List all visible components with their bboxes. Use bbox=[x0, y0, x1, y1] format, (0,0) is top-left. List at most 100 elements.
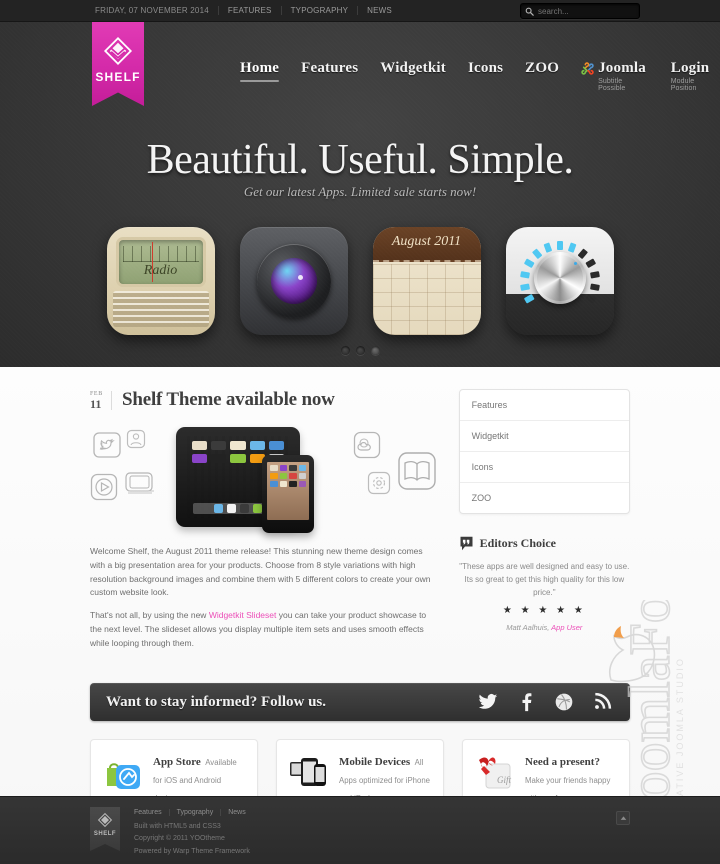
phone-screen bbox=[267, 462, 309, 520]
radio-speaker-grille bbox=[112, 291, 209, 327]
tablet-and-phone-illustration bbox=[90, 425, 437, 533]
knob-tick bbox=[584, 293, 596, 304]
knob-tick bbox=[589, 271, 600, 279]
top-bar: FRIDAY, 07 NOVEMBER 2014 FEATURES TYPOGR… bbox=[0, 0, 720, 22]
post-date-month: FEB bbox=[90, 390, 103, 397]
toplink-typography[interactable]: TYPOGRAPHY bbox=[280, 6, 358, 15]
post-para2-before: That's not all, by using the new bbox=[90, 610, 209, 621]
sidebar-item-features[interactable]: Features bbox=[459, 390, 629, 421]
slider-dot-3[interactable] bbox=[370, 346, 380, 355]
twitter-icon[interactable] bbox=[478, 692, 498, 712]
editors-choice-module: Editors Choice "These apps are well desi… bbox=[459, 536, 630, 632]
editors-choice-title: Editors Choice bbox=[479, 536, 556, 550]
footer-links: Features Typography News bbox=[134, 809, 253, 816]
nav-label-login: Login bbox=[670, 60, 710, 76]
phone-device bbox=[262, 455, 314, 533]
knob-position-dot bbox=[573, 261, 577, 265]
toplink-news[interactable]: NEWS bbox=[357, 6, 401, 15]
editors-choice-quote: "These apps are well designed and easy t… bbox=[459, 562, 630, 597]
nav-item-joomla[interactable]: Joomla Subtitle Possible bbox=[581, 60, 649, 92]
follow-us-bar: Want to stay informed? Follow us. bbox=[90, 683, 630, 722]
page-root: FRIDAY, 07 NOVEMBER 2014 FEATURES TYPOGR… bbox=[0, 0, 720, 864]
sidebar-item-widgetkit[interactable]: Widgetkit bbox=[459, 421, 629, 452]
nav-item-widgetkit[interactable]: Widgetkit bbox=[380, 60, 446, 77]
hero-subtitle: Get our latest Apps. Limited sale starts… bbox=[243, 184, 477, 199]
site-footer: SHELF Features Typography News Built wit… bbox=[0, 796, 720, 864]
nav-item-features[interactable]: Features bbox=[301, 60, 358, 77]
social-icons bbox=[478, 692, 616, 712]
widgetkit-slideset-link[interactable]: Widgetkit Slideset bbox=[209, 610, 277, 620]
post-header: FEB 11 Shelf Theme available now bbox=[90, 389, 437, 411]
radio-label: Radio bbox=[143, 263, 178, 278]
sketch-weather-icon bbox=[353, 431, 381, 459]
follow-us-text: Want to stay informed? Follow us. bbox=[106, 693, 327, 710]
editors-choice-author: Matt Aalhuis, App User bbox=[459, 623, 630, 632]
footer-logo[interactable]: SHELF bbox=[90, 807, 120, 851]
knob-tick bbox=[584, 258, 596, 269]
sketch-settings-icon bbox=[367, 471, 391, 495]
footer-link-news[interactable]: News bbox=[220, 809, 253, 816]
post-title: Shelf Theme available now bbox=[122, 389, 335, 410]
knob-tick bbox=[556, 241, 563, 250]
search-icon bbox=[525, 7, 534, 16]
camera-lens-ring bbox=[256, 244, 331, 318]
sketch-books-icon bbox=[124, 469, 158, 495]
knob-tick bbox=[519, 283, 530, 291]
knob-tick bbox=[519, 271, 530, 279]
post-date-day: 11 bbox=[90, 396, 102, 411]
to-top-icon[interactable] bbox=[616, 811, 630, 825]
radio-app-icon[interactable]: Radio bbox=[106, 227, 215, 335]
knob-dial bbox=[533, 251, 586, 304]
rating-stars: ★ ★ ★ ★ ★ bbox=[502, 605, 586, 617]
knob-tick bbox=[577, 248, 588, 260]
knob-tick bbox=[567, 242, 576, 253]
nav-item-zoo[interactable]: ZOO bbox=[525, 60, 559, 77]
rss-icon[interactable] bbox=[592, 692, 612, 712]
calendar-app-icon[interactable]: August 2011 bbox=[372, 227, 481, 335]
knob-tick bbox=[543, 242, 552, 253]
sidebar-column: Features Widgetkit Icons ZOO Editors Cho… bbox=[458, 389, 630, 659]
footer-link-features[interactable]: Features bbox=[134, 809, 169, 816]
quote-icon bbox=[459, 536, 474, 551]
joomla-icon bbox=[581, 62, 594, 76]
post-paragraph-1: Welcome Shelf, the August 2011 theme rel… bbox=[90, 546, 431, 598]
article-column: FEB 11 Shelf Theme available now Welcome… bbox=[90, 389, 437, 659]
sidebar-menu: Features Widgetkit Icons ZOO bbox=[458, 389, 630, 514]
svg-text:Gift: Gift bbox=[497, 775, 512, 785]
phone-app-grid bbox=[270, 465, 306, 517]
slider-dot-2[interactable] bbox=[355, 346, 365, 355]
dribbble-icon[interactable] bbox=[554, 692, 574, 712]
author-name: Matt Aalhuis, bbox=[506, 623, 552, 633]
sidebar-item-icons[interactable]: Icons bbox=[459, 452, 629, 483]
camera-lens-glass bbox=[270, 258, 317, 304]
facebook-icon[interactable] bbox=[516, 692, 536, 712]
sketch-twitter-icon bbox=[92, 431, 122, 459]
app-icons-row: Radio August 2011 bbox=[0, 227, 720, 335]
main-content: FEB 11 Shelf Theme available now Welcome… bbox=[0, 367, 720, 820]
site-logo[interactable]: SHELF bbox=[92, 22, 144, 106]
footer-copyright: Copyright © 2011 YOOtheme bbox=[134, 835, 225, 843]
sketch-play-icon bbox=[90, 473, 118, 501]
slider-dot-1[interactable] bbox=[340, 346, 350, 355]
sketch-book-icon bbox=[397, 451, 437, 491]
current-date: FRIDAY, 07 NOVEMBER 2014 bbox=[95, 6, 209, 15]
nav-label-widgetkit: Widgetkit bbox=[380, 60, 446, 76]
nav-item-icons[interactable]: Icons bbox=[468, 60, 503, 77]
camera-app-icon[interactable] bbox=[239, 227, 348, 335]
knob-tick bbox=[523, 293, 535, 304]
feature-box-title: Mobile Devices bbox=[339, 756, 411, 769]
nav-label-home: Home bbox=[240, 60, 280, 76]
nav-item-login[interactable]: Login Module Position bbox=[671, 60, 720, 92]
radio-dial-screen: Radio bbox=[115, 237, 206, 287]
feature-box-title: Need a present? bbox=[525, 756, 600, 769]
sidebar-item-zoo[interactable]: ZOO bbox=[460, 483, 629, 513]
footer-logo-text: SHELF bbox=[93, 831, 117, 837]
nav-sub-joomla: Subtitle Possible bbox=[598, 78, 626, 92]
nav-item-home[interactable]: Home bbox=[240, 60, 280, 82]
toplink-features[interactable]: FEATURES bbox=[217, 6, 281, 15]
search-box[interactable] bbox=[520, 3, 640, 19]
search-input[interactable] bbox=[534, 6, 630, 16]
footer-built-with: Built with HTML5 and CSS3 bbox=[134, 823, 221, 830]
footer-link-typography[interactable]: Typography bbox=[168, 809, 221, 816]
volume-knob-app-icon[interactable] bbox=[505, 227, 614, 335]
